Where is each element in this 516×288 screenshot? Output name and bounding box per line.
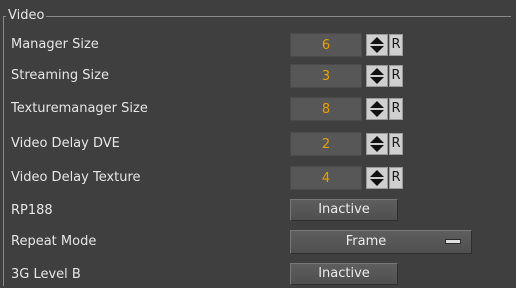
up-down-arrows-icon[interactable] — [366, 167, 388, 189]
setting-row-3g-level-b: 3G Level B Inactive — [0, 262, 516, 288]
setting-row-rp188: RP188 Inactive — [0, 198, 516, 224]
repeat-mode-value: Frame — [345, 234, 387, 249]
reset-button[interactable]: R — [389, 65, 403, 87]
repeat-mode-dropdown[interactable]: Frame — [290, 230, 472, 254]
setting-label: Repeat Mode — [11, 234, 97, 249]
setting-label: Texturemanager Size — [11, 101, 148, 116]
setting-row-repeat-mode: Repeat Mode Frame — [0, 229, 516, 255]
reset-button[interactable]: R — [389, 167, 403, 189]
video-delay-dve-input[interactable]: 2 — [290, 132, 362, 156]
setting-row-video-delay-dve: Video Delay DVE 2 R — [0, 131, 516, 157]
texturemanager-size-input[interactable]: 8 — [290, 97, 362, 121]
3g-level-b-toggle-button[interactable]: Inactive — [290, 263, 398, 285]
manager-size-input[interactable]: 6 — [290, 33, 362, 57]
up-down-arrows-icon[interactable] — [366, 133, 388, 155]
setting-label: 3G Level B — [11, 267, 81, 282]
setting-label: Video Delay DVE — [11, 136, 120, 151]
setting-row-video-delay-texture: Video Delay Texture 4 R — [0, 165, 516, 191]
dropdown-handle-icon — [445, 239, 461, 244]
reset-button[interactable]: R — [389, 133, 403, 155]
setting-label: Manager Size — [11, 37, 99, 52]
reset-button[interactable]: R — [389, 98, 403, 120]
group-title: Video — [6, 7, 47, 25]
up-down-arrows-icon[interactable] — [366, 65, 388, 87]
reset-button[interactable]: R — [389, 34, 403, 56]
video-delay-texture-input[interactable]: 4 — [290, 166, 362, 190]
streaming-size-input[interactable]: 3 — [290, 64, 362, 88]
setting-label: RP188 — [11, 203, 53, 218]
rp188-toggle-button[interactable]: Inactive — [290, 199, 398, 221]
setting-row-manager-size: Manager Size 6 R — [0, 32, 516, 58]
up-down-arrows-icon[interactable] — [366, 34, 388, 56]
setting-label: Video Delay Texture — [11, 170, 141, 185]
setting-row-streaming-size: Streaming Size 3 R — [0, 63, 516, 89]
setting-label: Streaming Size — [11, 68, 109, 83]
setting-row-texturemanager-size: Texturemanager Size 8 R — [0, 96, 516, 122]
up-down-arrows-icon[interactable] — [366, 98, 388, 120]
